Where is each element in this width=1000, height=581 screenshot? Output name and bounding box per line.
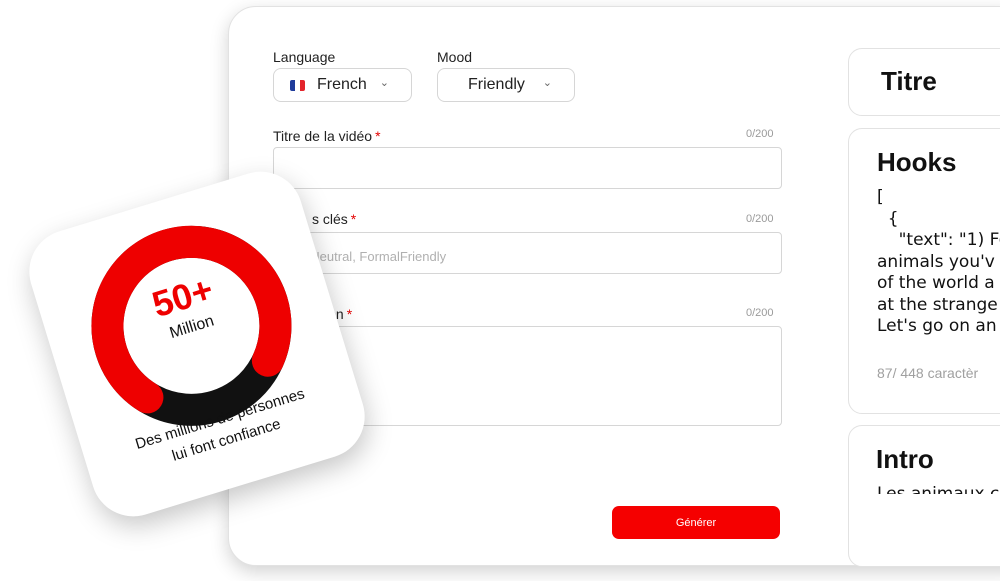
intro-heading: Intro [876,444,934,474]
mood-label: Mood [437,49,473,65]
title-input[interactable] [273,147,782,189]
language-value: French [317,76,367,93]
required-mark: * [375,128,381,144]
language-label: Language [273,49,336,65]
mood-select[interactable]: Friendly ⌄ [437,68,575,102]
titre-panel: Titre [848,48,1000,116]
french-flag-icon [290,79,305,91]
main-card: Language French ⌄ Mood Friendly ⌄ Titre … [228,6,1000,567]
intro-panel: Intro Les animaux c [848,425,1000,567]
keywords-placeholder: X Neutral, FormalFriendly [298,249,447,264]
keywords-char-count: 0/200 [746,213,774,225]
mood-value: Friendly [468,76,525,93]
hooks-text: [ { "text": "1) Fo animals you'v of the … [877,187,1000,336]
keywords-input[interactable]: X Neutral, FormalFriendly [273,232,782,274]
keywords-label: s clés * [312,211,357,227]
required-mark: * [350,211,357,227]
description-char-count: 0/200 [746,307,774,319]
intro-text-clip: Les animaux c [877,484,1000,494]
hooks-heading: Hooks [877,147,957,177]
title-char-count: 0/200 [746,128,774,140]
generate-button[interactable]: Générer [612,506,780,539]
intro-text: Les animaux c [877,484,1000,494]
required-mark: * [346,306,353,322]
title-label: Titre de la vidéo * [273,128,381,144]
language-select[interactable]: French ⌄ [273,68,412,102]
titre-heading: Titre [881,66,937,96]
hooks-panel: Hooks [ { "text": "1) Fo animals you'v o… [848,128,1000,414]
chevron-down-icon: ⌄ [379,77,389,89]
chevron-down-icon: ⌄ [542,77,552,89]
hooks-char-count: 87/ 448 caractèr [877,365,979,381]
